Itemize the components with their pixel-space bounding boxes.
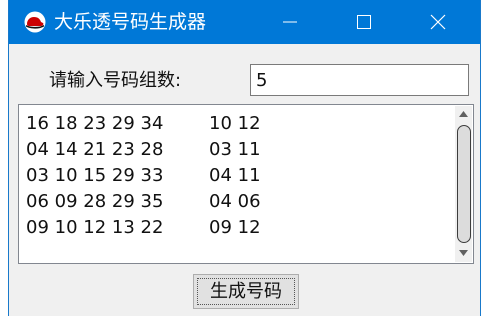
arrow-down-icon (459, 250, 468, 256)
maximize-icon (357, 15, 371, 29)
maximize-button[interactable] (332, 0, 396, 44)
redhat-logo-icon (23, 11, 47, 33)
close-button[interactable] (406, 0, 470, 44)
generate-button[interactable]: 生成号码 (193, 274, 299, 309)
back-numbers: 04 06 (209, 191, 261, 212)
generate-button-label: 生成号码 (210, 281, 282, 302)
minimize-icon (283, 21, 297, 23)
front-numbers: 04 14 21 23 28 (26, 139, 164, 160)
close-icon (430, 14, 446, 30)
front-numbers: 16 18 23 29 34 (26, 113, 164, 134)
back-numbers: 03 11 (209, 139, 261, 160)
result-line: 03 10 15 29 33 04 11 (26, 163, 261, 189)
title-bar[interactable]: 大乐透号码生成器 (9, 0, 480, 44)
arrow-up-icon (459, 111, 468, 117)
back-numbers: 10 12 (209, 113, 261, 134)
scroll-thumb[interactable] (457, 125, 471, 243)
front-numbers: 09 10 12 13 22 (26, 217, 164, 238)
vertical-scrollbar[interactable] (455, 106, 472, 262)
front-numbers: 03 10 15 29 33 (26, 165, 164, 186)
back-numbers: 09 12 (209, 217, 261, 238)
scroll-down-button[interactable] (455, 245, 472, 262)
count-input[interactable] (250, 64, 469, 96)
back-numbers: 04 11 (209, 165, 261, 186)
result-line: 06 09 28 29 35 04 06 (26, 189, 261, 215)
app-window: 大乐透号码生成器 请输入号码组数: 16 18 23 29 34 10 12 04… (8, 0, 481, 316)
front-numbers: 06 09 28 29 35 (26, 191, 164, 212)
scroll-up-button[interactable] (455, 106, 472, 123)
minimize-button[interactable] (258, 0, 322, 44)
results-textarea[interactable]: 16 18 23 29 34 10 12 04 14 21 23 28 03 11 … (18, 104, 474, 264)
result-line: 04 14 21 23 28 03 11 (26, 137, 261, 163)
window-title: 大乐透号码生成器 (54, 11, 207, 33)
result-line: 16 18 23 29 34 10 12 (26, 111, 261, 137)
result-line: 09 10 12 13 22 09 12 (26, 215, 261, 241)
result-lines: 16 18 23 29 34 10 12 04 14 21 23 28 03 11 … (26, 111, 261, 241)
count-label: 请输入号码组数: (49, 70, 182, 91)
